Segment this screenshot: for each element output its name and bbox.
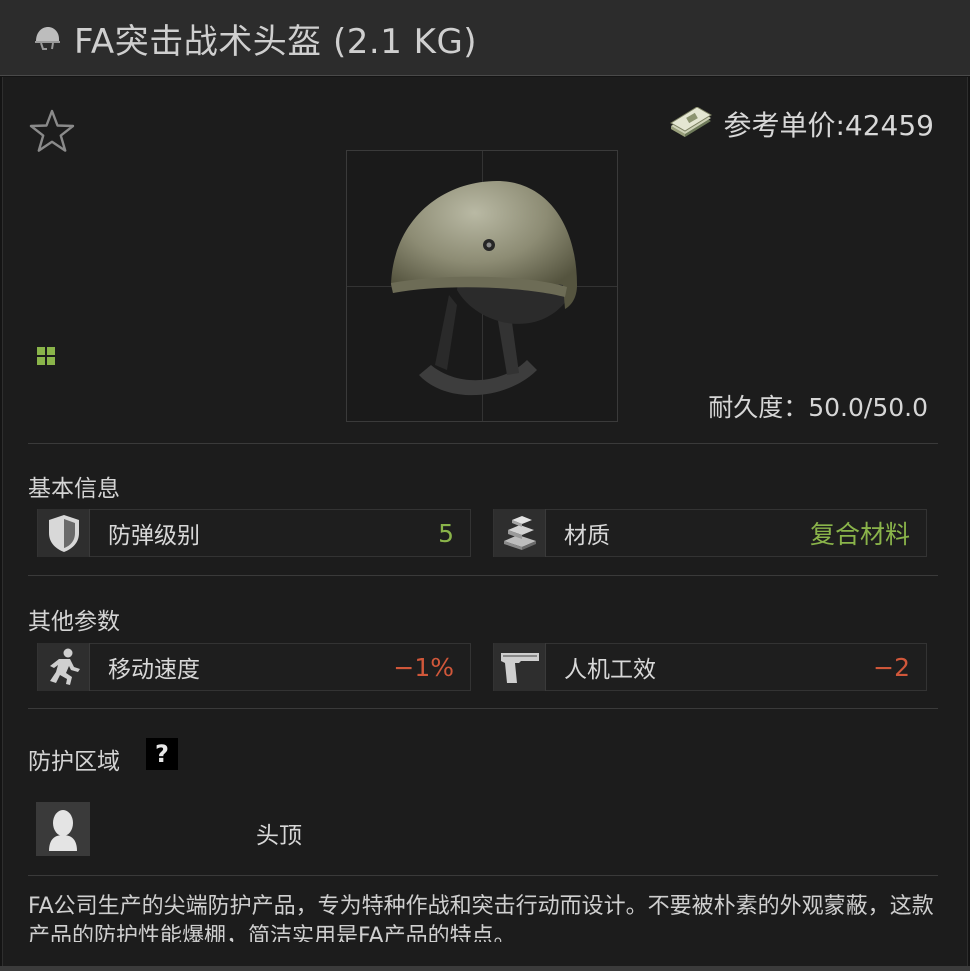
stat-label: 材质 [564,523,610,549]
reference-price: 参考单价:42459 [669,104,934,144]
grid-icon [37,347,55,365]
section-title-other-params: 其他参数 [28,609,120,635]
stat-value: 5 [438,518,454,548]
shield-icon [38,509,90,557]
stat-label: 移动速度 [108,657,200,683]
pistol-icon [494,643,546,691]
helmet-image [391,181,577,396]
divider [28,875,938,876]
section-title-basic-info: 基本信息 [28,476,120,502]
item-image-frame [346,150,618,422]
helmet-icon [35,27,60,50]
divider [28,575,938,576]
star-icon[interactable] [28,108,76,154]
stat-value: 复合材料 [809,520,910,549]
head-silhouette-icon [36,802,90,856]
stat-material: 材质 复合材料 [493,509,927,557]
runner-icon [38,643,90,691]
stat-label: 防弹级别 [108,523,200,549]
money-stack-icon [670,107,713,137]
stat-armor-class: 防弹级别 5 [37,509,471,557]
stat-move-speed: 移动速度 −1% [37,643,471,691]
stat-value: −2 [873,652,910,682]
divider [28,443,938,444]
protection-zone-label: 头顶 [256,823,302,849]
help-icon[interactable]: ? [146,738,178,770]
section-title-protection: 防护区域 [28,749,120,775]
title-bar: FA突击战术头盔 (2.1 KG) [0,0,970,76]
stat-ergonomics: 人机工效 −2 [493,643,927,691]
bars-icon [494,509,546,557]
divider [28,708,938,709]
bottom-border [0,966,970,971]
item-description: FA公司生产的尖端防护产品，专为特种作战和突击行动而设计。不要被朴素的外观蒙蔽，… [28,894,934,942]
price-label: 参考单价:42459 [723,109,934,142]
stat-value: −1% [393,652,454,682]
item-title: FA突击战术头盔 (2.1 KG) [74,22,478,62]
stat-label: 人机工效 [564,657,656,683]
durability-label: 耐久度：50.0/50.0 [708,393,928,422]
